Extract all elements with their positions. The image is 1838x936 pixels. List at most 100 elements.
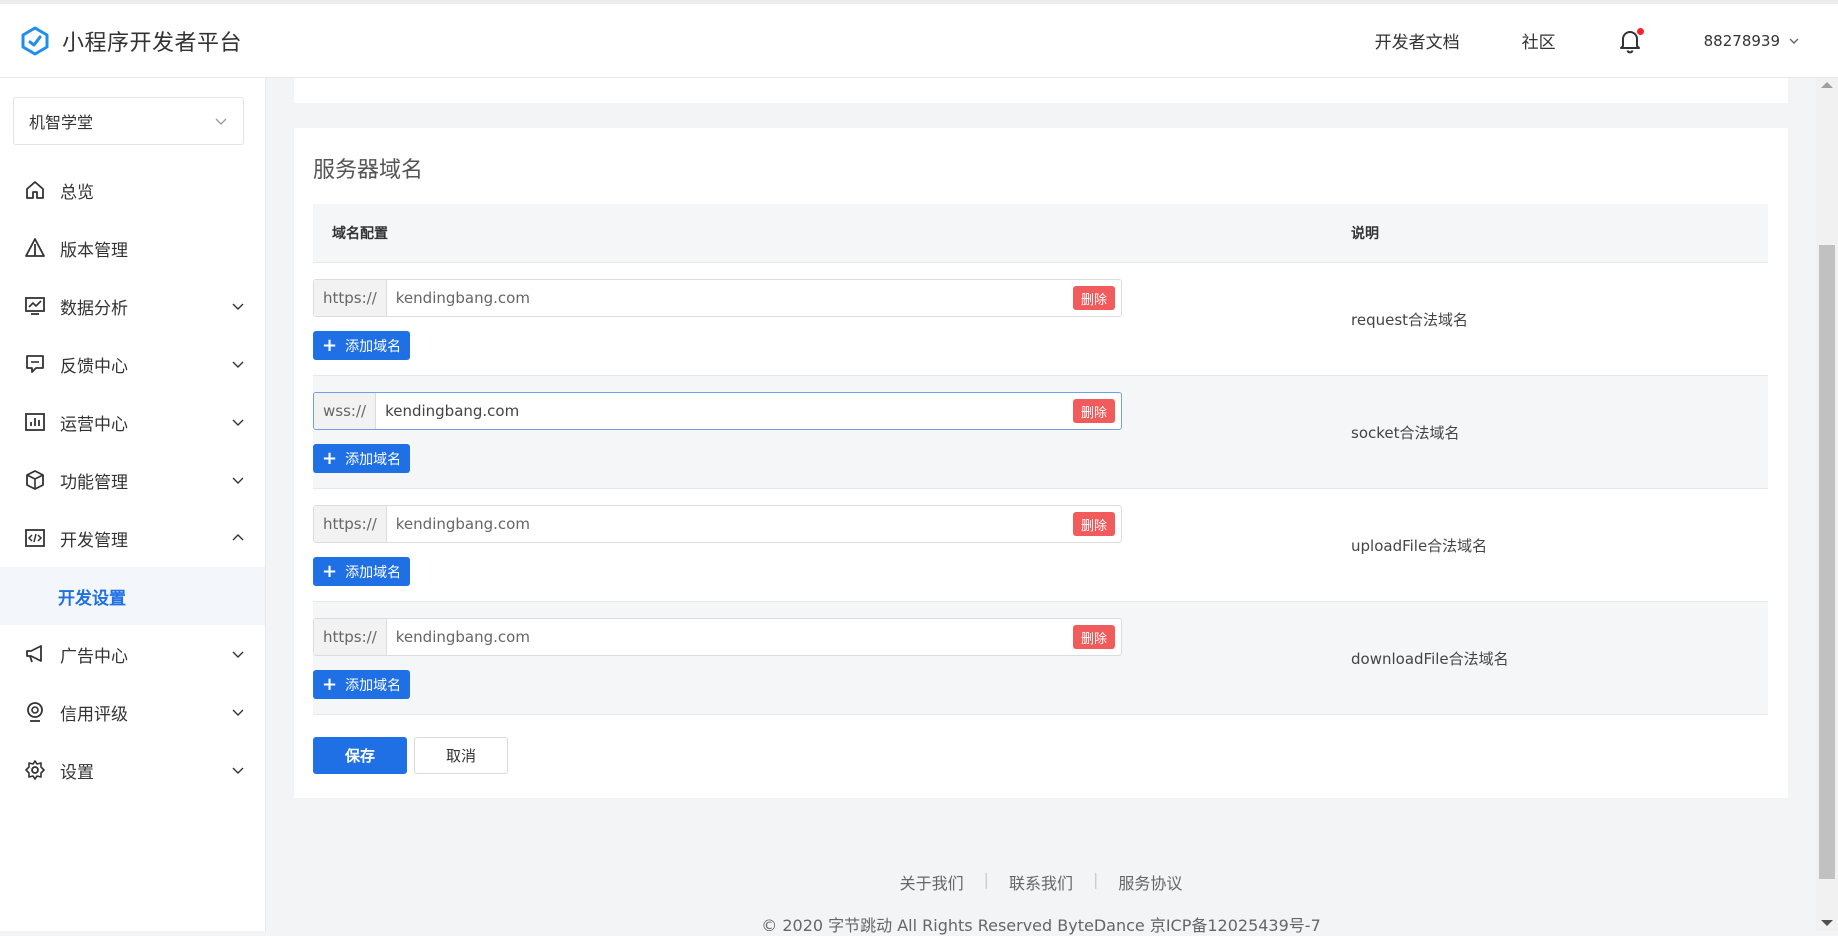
add-domain-label: 添加域名	[345, 564, 402, 581]
app-selector[interactable]: 机智学堂	[13, 97, 244, 145]
cancel-button[interactable]: 取消	[414, 737, 508, 774]
add-domain-label: 添加域名	[345, 451, 402, 468]
scroll-down-arrow-icon[interactable]	[1821, 920, 1833, 926]
operation-icon	[25, 413, 45, 431]
sidebar-item-features[interactable]: 功能管理	[0, 451, 265, 509]
domain-field-group: wss:// 删除	[313, 392, 1122, 430]
protocol-prefix: https://	[314, 619, 387, 655]
chevron-down-icon	[232, 767, 244, 774]
download-domain-input[interactable]	[386, 619, 1073, 655]
sidebar-item-label: 开发管理	[60, 530, 128, 551]
domain-field-group: https:// 删除	[313, 618, 1122, 656]
sidebar-item-operations[interactable]: 运营中心	[0, 393, 265, 451]
sidebar-item-label: 功能管理	[60, 472, 128, 493]
sidebar-item-credit[interactable]: 信用评级	[0, 683, 265, 741]
add-domain-button[interactable]: + 添加域名	[313, 331, 411, 360]
chevron-down-icon	[215, 118, 227, 125]
footer-separator: |	[1093, 870, 1099, 889]
form-actions: 保存 取消	[313, 737, 508, 774]
badge-icon	[27, 702, 43, 722]
table-row-request: https:// 删除 + 添加域名 request合法域名	[313, 263, 1768, 376]
sidebar-nav: 总览 版本管理 数据分析 反馈中心 运营中心 功能管理 开发管理 开发设置 广告…	[0, 161, 265, 799]
table-row-download: https:// 删除 + 添加域名 downloadFile合法域名	[313, 602, 1768, 715]
code-icon	[25, 529, 45, 547]
domain-field-group: https:// 删除	[313, 505, 1122, 543]
sidebar-item-label: 数据分析	[60, 298, 128, 319]
page-scrollbar[interactable]	[1816, 78, 1838, 931]
footer-links: 关于我们 | 联系我们 | 服务协议	[266, 870, 1816, 894]
table-row-upload: https:// 删除 + 添加域名 uploadFile合法域名	[313, 489, 1768, 602]
header-link-community[interactable]: 社区	[1522, 28, 1556, 53]
chevron-down-icon	[232, 477, 244, 484]
sidebar-item-analytics[interactable]: 数据分析	[0, 277, 265, 335]
sidebar-item-label: 信用评级	[60, 704, 128, 725]
plus-icon: +	[322, 560, 338, 582]
domain-field-group: https:// 删除	[313, 279, 1122, 317]
domain-table: 域名配置 说明 https:// 删除 + 添加域名 request合法域名	[313, 204, 1768, 715]
home-icon	[26, 181, 44, 199]
delete-button[interactable]: 删除	[1072, 399, 1115, 423]
add-domain-button[interactable]: + 添加域名	[313, 444, 411, 473]
sidebar-item-label: 总览	[60, 182, 94, 203]
megaphone-icon	[26, 645, 42, 663]
protocol-prefix: wss://	[314, 393, 377, 429]
row-description: socket合法域名	[1351, 424, 1460, 442]
save-button[interactable]: 保存	[313, 737, 407, 774]
table-row-socket: wss:// 删除 + 添加域名 socket合法域名	[313, 376, 1768, 489]
row-description: downloadFile合法域名	[1351, 650, 1509, 668]
delete-button[interactable]: 删除	[1072, 286, 1115, 310]
socket-domain-input[interactable]	[376, 393, 1073, 429]
feedback-icon	[26, 355, 44, 373]
request-domain-input[interactable]	[386, 280, 1073, 316]
previous-section-card	[294, 78, 1788, 103]
protocol-prefix: https://	[314, 280, 387, 316]
chevron-down-icon	[232, 651, 244, 658]
notification-dot	[1636, 27, 1644, 35]
section-title: 服务器域名	[313, 158, 424, 183]
scroll-up-arrow-icon[interactable]	[1821, 82, 1833, 88]
sidebar-item-overview[interactable]: 总览	[0, 161, 265, 219]
logo-text: 小程序开发者平台	[62, 30, 243, 56]
sidebar-item-ads[interactable]: 广告中心	[0, 625, 265, 683]
add-domain-label: 添加域名	[345, 677, 402, 694]
main-content: 服务器域名 域名配置 说明 https:// 删除 + 添加域名 request…	[266, 78, 1816, 935]
sidebar-item-settings[interactable]: 设置	[0, 741, 265, 799]
top-header: 小程序开发者平台 开发者文档 社区 88278939	[0, 0, 1838, 78]
gear-icon	[25, 760, 45, 780]
plus-icon: +	[322, 673, 338, 695]
row-description: uploadFile合法域名	[1351, 537, 1488, 555]
sidebar-item-development[interactable]: 开发管理	[0, 509, 265, 567]
footer-separator: |	[983, 870, 989, 889]
logo[interactable]: 小程序开发者平台	[20, 25, 242, 57]
sidebar-item-label: 设置	[60, 762, 94, 783]
add-domain-button[interactable]: + 添加域名	[313, 557, 411, 586]
footer-link-about[interactable]: 关于我们	[900, 870, 964, 894]
add-domain-button[interactable]: + 添加域名	[313, 670, 411, 699]
upload-domain-input[interactable]	[386, 506, 1073, 542]
table-header: 域名配置 说明	[313, 204, 1768, 263]
copyright-text: © 2020 字节跳动 All Rights Reserved ByteDanc…	[761, 916, 1321, 935]
account-menu[interactable]: 88278939	[1704, 32, 1800, 50]
delete-button[interactable]: 删除	[1072, 625, 1115, 649]
sidebar-item-version[interactable]: 版本管理	[0, 219, 265, 277]
chevron-up-icon	[232, 534, 244, 541]
sidebar-item-feedback[interactable]: 反馈中心	[0, 335, 265, 393]
chevron-down-icon	[232, 303, 244, 310]
footer-link-contact[interactable]: 联系我们	[1009, 870, 1073, 894]
sidebar-item-label: 版本管理	[60, 240, 128, 261]
header-link-docs[interactable]: 开发者文档	[1375, 28, 1460, 53]
scrollbar-thumb[interactable]	[1819, 245, 1835, 879]
chevron-down-icon	[232, 361, 244, 368]
cube-icon	[26, 470, 44, 490]
notification-button[interactable]	[1618, 27, 1644, 54]
plus-icon: +	[322, 447, 338, 469]
chevron-down-icon	[1789, 38, 1799, 44]
chart-icon	[25, 297, 45, 315]
delete-button[interactable]: 删除	[1072, 512, 1115, 536]
protocol-prefix: https://	[314, 506, 387, 542]
sidebar: 机智学堂 总览 版本管理 数据分析 反馈中心 运营中心 功能管理 开发管理 开发…	[0, 78, 266, 931]
footer-link-terms[interactable]: 服务协议	[1118, 870, 1182, 894]
add-domain-label: 添加域名	[345, 338, 402, 355]
logo-icon	[21, 26, 49, 55]
sidebar-subitem-dev-settings[interactable]: 开发设置	[0, 567, 265, 625]
